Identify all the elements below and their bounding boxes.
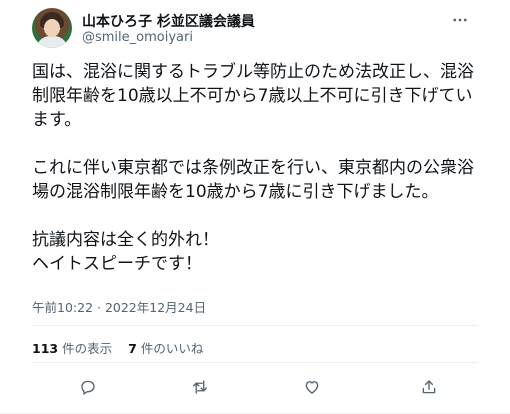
author-handle[interactable]: @smile_omoiyari (82, 30, 193, 45)
retweet-button[interactable] (187, 374, 213, 400)
divider (32, 362, 478, 363)
views-count: 113 (32, 341, 59, 356)
reply-icon (81, 380, 95, 395)
tweet-timestamp[interactable]: 午前10:22 · 2022年12月24日 (32, 297, 206, 316)
share-button[interactable] (416, 374, 442, 400)
avatar[interactable] (32, 8, 72, 48)
tweet-card: 山本ひろ子 杉並区議会議員 @smile_omoiyari 国は、混浴に関するト… (0, 0, 510, 414)
views-stat[interactable]: 113 件の表示 (32, 338, 112, 357)
divider (32, 325, 478, 326)
tweet-stats: 113 件の表示 7 件のいいね (32, 338, 203, 357)
action-bar (32, 374, 478, 400)
likes-label: 件のいいね (140, 341, 204, 356)
more-options-button[interactable] (448, 10, 472, 30)
heart-icon (305, 381, 319, 394)
views-label: 件の表示 (62, 341, 113, 356)
more-icon (453, 18, 467, 22)
reply-button[interactable] (75, 374, 101, 400)
likes-stat[interactable]: 7 件のいいね (128, 338, 203, 357)
author-display-name[interactable]: 山本ひろ子 杉並区議会議員 (82, 11, 255, 31)
like-button[interactable] (299, 374, 325, 400)
likes-count: 7 (128, 341, 137, 356)
tweet-text: 国は、混浴に関するトラブル等防止のため法改正し、混浴制限年齢を10歳以上不可から… (32, 62, 474, 274)
share-icon (422, 380, 436, 394)
retweet-icon (192, 380, 208, 394)
